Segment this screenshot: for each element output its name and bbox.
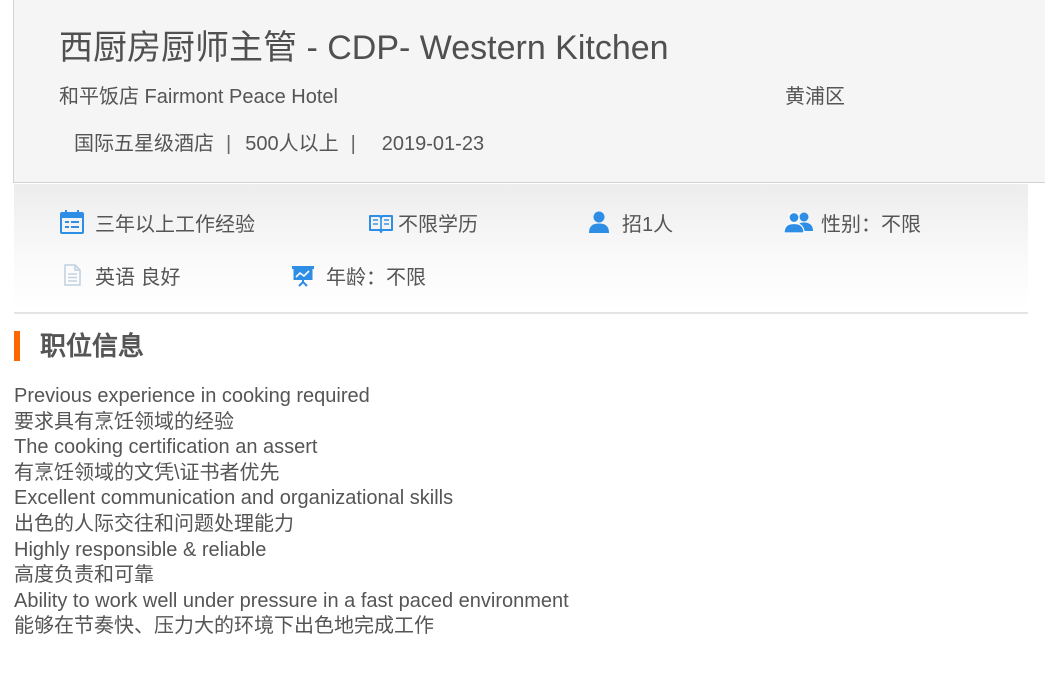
requirement-text: 性别：不限 [821,213,921,236]
company-name-link[interactable]: 和平饭店 Fairmont Peace Hotel [59,84,338,110]
requirement-headcount: 招1人 [586,208,673,236]
description-line: 能够在节奏快、压力大的环境下出色地完成工作 [14,615,434,638]
section-header: 职位信息 [14,330,144,362]
job-title: 西厨房厨师主管 - CDP- Western Kitchen [59,29,669,67]
description-line: 要求具有烹饪领域的经验 [14,410,234,433]
job-header: 西厨房厨师主管 - CDP- Western Kitchen 和平饭店 Fair… [13,0,1045,183]
description-line: Ability to work well under pressure in a… [14,589,569,612]
calendar-icon [59,209,85,235]
company-meta: 国际五星级酒店 | 500人以上 | 2019-01-23 [74,131,484,157]
requirement-gender: 性别：不限 [783,208,921,236]
people-icon [783,209,815,235]
presentation-icon [290,262,316,288]
section-title: 职位信息 [40,331,145,361]
requirement-text: 招1人 [622,213,674,236]
district-label: 黄浦区 [785,86,845,108]
separator: | [350,133,356,155]
requirement-language: 英语 良好 [59,261,181,289]
requirement-age: 年龄：不限 [290,261,426,289]
description-line: The cooking certification an assert [14,436,318,459]
book-icon [368,209,394,235]
section-accent-bar [14,331,20,361]
requirement-text: 不限学历 [398,213,478,236]
job-description: Previous experience in cooking required … [14,384,1014,640]
requirement-text: 年龄：不限 [326,266,426,289]
company-size: 500人以上 [245,133,339,155]
requirement-education: 不限学历 [368,208,478,236]
description-line: 有烹饪领域的文凭\证书者优先 [14,461,280,484]
requirement-text: 三年以上工作经验 [95,213,255,236]
separator: | [226,133,232,155]
requirement-experience: 三年以上工作经验 [59,208,255,236]
description-line: Previous experience in cooking required [14,385,370,407]
description-line: 出色的人际交往和问题处理能力 [14,512,294,535]
person-icon [586,209,612,235]
description-line: Excellent communication and organization… [14,487,454,510]
requirement-text: 英语 良好 [95,266,181,289]
description-line: Highly responsible & reliable [14,538,267,561]
post-date: 2019-01-23 [381,133,485,155]
document-icon [59,262,85,288]
company-type: 国际五星级酒店 [74,133,214,155]
description-line: 高度负责和可靠 [14,564,154,587]
job-requirements: 三年以上工作经验 不限学历 招1人 性别：不限 英语 良好 年龄：不限 [14,184,1028,314]
